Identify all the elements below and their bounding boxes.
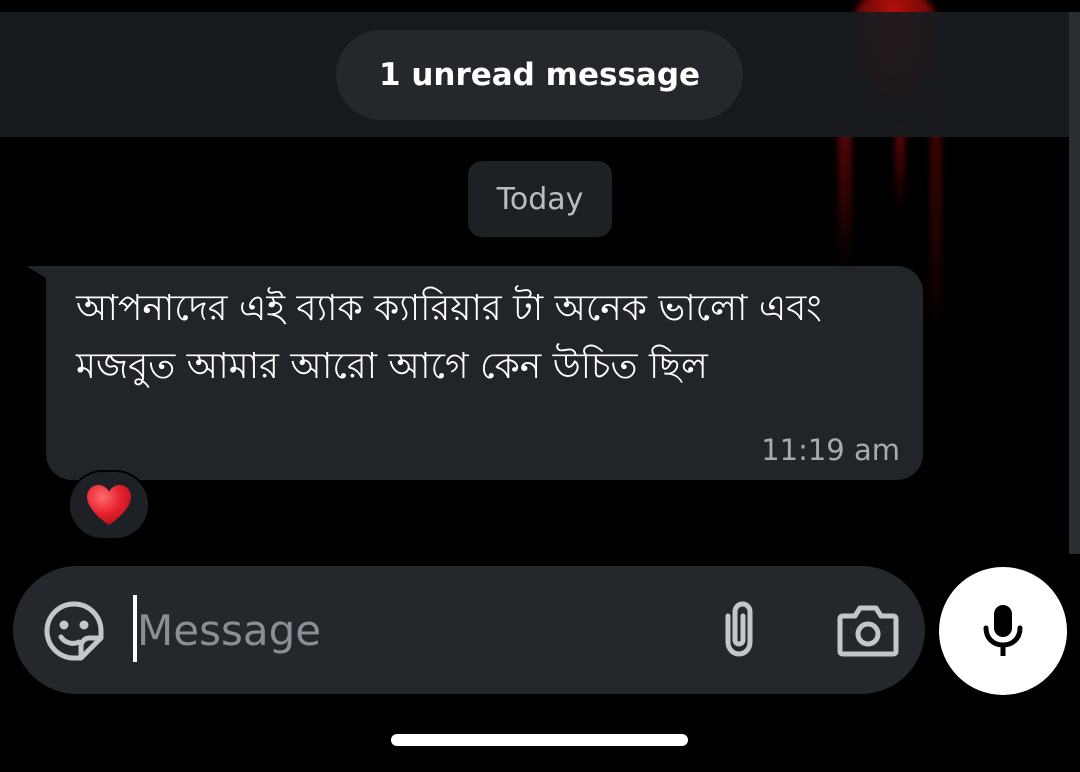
heart-icon	[87, 485, 131, 525]
date-separator-label: Today	[496, 181, 584, 217]
text-cursor	[133, 595, 137, 662]
voice-record-button[interactable]	[939, 567, 1067, 695]
paperclip-icon[interactable]	[713, 598, 765, 662]
message-input[interactable]	[131, 594, 697, 666]
unread-message-pill[interactable]: 1 unread message	[336, 30, 743, 120]
scrollbar[interactable]	[1069, 12, 1080, 554]
message-text: আপনাদের এই ব্যাক ক্যারিয়ার টা অনেক ভালো…	[76, 288, 822, 387]
unread-message-label: 1 unread message	[378, 57, 701, 93]
sticker-smile-icon[interactable]	[43, 600, 105, 662]
chat-screen: 1 unread message Today আপনাদের এই ব্যাক …	[0, 0, 1080, 772]
incoming-message-bubble[interactable]: আপনাদের এই ব্যাক ক্যারিয়ার টা অনেক ভালো…	[46, 266, 923, 480]
message-timestamp: 11:19 am	[761, 433, 900, 467]
reaction-heart[interactable]	[68, 470, 150, 540]
wallpaper-red-streak	[838, 120, 852, 270]
microphone-icon	[983, 605, 1023, 656]
message-composer	[13, 566, 925, 694]
home-indicator[interactable]	[391, 734, 688, 746]
date-separator: Today	[468, 161, 612, 237]
camera-icon[interactable]	[837, 602, 899, 658]
